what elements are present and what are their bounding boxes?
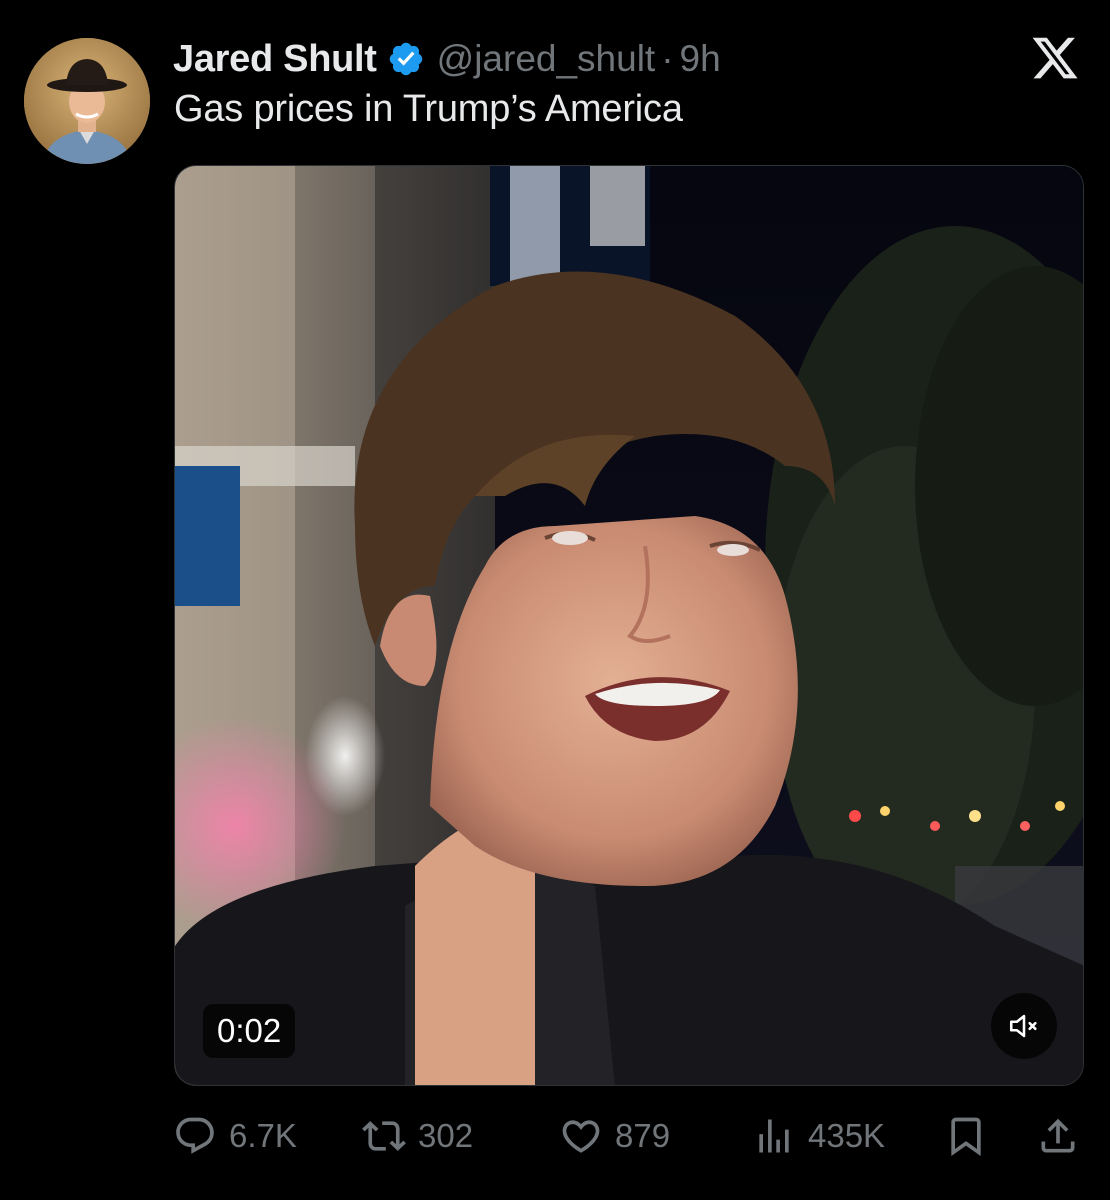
mute-button[interactable] — [991, 993, 1057, 1059]
repost-icon — [362, 1121, 406, 1151]
video-timestamp: 0:02 — [203, 1004, 296, 1058]
author-handle[interactable]: @jared_shult — [437, 38, 656, 80]
author-name[interactable]: Jared Shult — [173, 38, 377, 81]
repost-button[interactable]: 302 — [362, 1108, 473, 1164]
views-button[interactable]: 435K — [752, 1108, 885, 1164]
reply-count: 6.7K — [229, 1117, 297, 1154]
video-player[interactable]: 0:02 — [174, 165, 1084, 1086]
bookmark-icon — [951, 1117, 981, 1157]
share-button[interactable] — [1036, 1108, 1080, 1164]
reply-button[interactable]: 6.7K — [173, 1108, 297, 1164]
like-button[interactable]: 879 — [559, 1108, 670, 1164]
muted-speaker-icon — [1009, 1014, 1037, 1038]
video-frame — [175, 166, 1083, 1085]
share-icon — [1041, 1118, 1075, 1153]
avatar-photo — [24, 38, 150, 164]
tweet: Jared Shult @jared_shult · 9h Gas prices… — [0, 0, 1110, 1200]
tweet-text: Gas prices in Trump’s America — [174, 88, 683, 130]
x-logo-icon[interactable] — [1030, 33, 1080, 83]
reply-icon — [176, 1117, 214, 1154]
verified-badge-icon — [387, 40, 425, 78]
bookmark-button[interactable] — [944, 1108, 988, 1164]
avatar[interactable] — [24, 38, 150, 164]
tweet-time[interactable]: 9h — [680, 38, 721, 80]
header-separator: · — [661, 38, 674, 79]
views-icon — [759, 1119, 789, 1153]
heart-icon — [562, 1120, 600, 1153]
action-bar: 6.7K 302 879 435K — [0, 1108, 1110, 1164]
like-count: 879 — [615, 1117, 671, 1154]
tweet-header: Jared Shult @jared_shult · 9h — [173, 34, 721, 84]
repost-count: 302 — [418, 1117, 474, 1154]
views-count: 435K — [808, 1117, 886, 1154]
